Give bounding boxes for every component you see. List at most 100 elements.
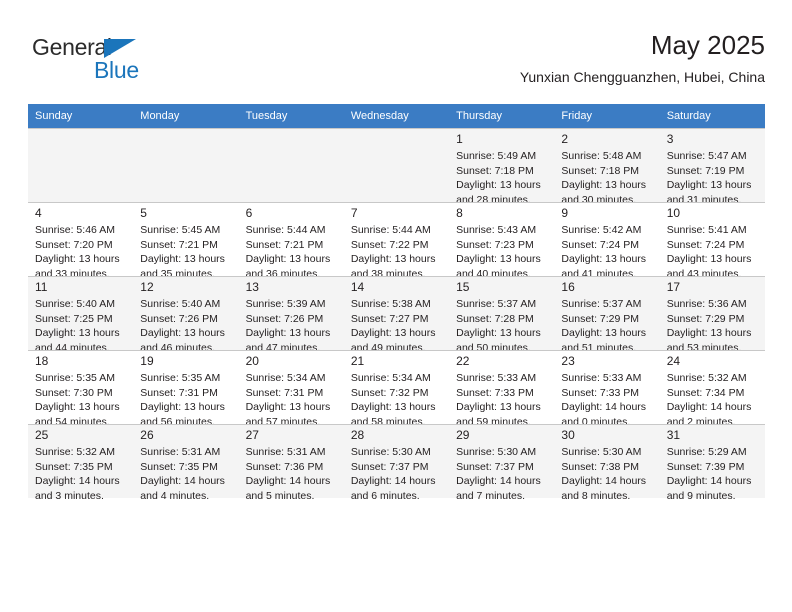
calendar-day-cell[interactable]: 3 Sunrise: 5:47 AM Sunset: 7:19 PM Daylight… — [659, 128, 765, 206]
day-detail-line: Sunrise: 5:40 AM — [140, 298, 221, 310]
page-title: May 2025 — [650, 30, 765, 60]
day-number: 7 — [350, 206, 358, 220]
day-cell-inner — [238, 128, 344, 202]
day-number: 10 — [666, 206, 681, 220]
day-detail-lines: Sunrise: 5:30 AM Sunset: 7:37 PM Daylight:… — [449, 444, 554, 503]
day-detail-line: Sunrise: 5:42 AM — [561, 224, 642, 236]
calendar-day-cell[interactable]: 13 Sunrise: 5:39 AM Sunset: 7:26 PM Dayligh… — [238, 276, 344, 354]
calendar-day-cell[interactable]: 6 Sunrise: 5:44 AM Sunset: 7:21 PM Daylight… — [238, 202, 344, 280]
calendar-day-cell[interactable]: 11 Sunrise: 5:40 AM Sunset: 7:25 PM Dayligh… — [28, 276, 134, 354]
day-detail-line: Sunset: 7:26 PM — [140, 312, 218, 325]
day-detail-lines: Sunrise: 5:42 AM Sunset: 7:24 PM Daylight:… — [554, 222, 659, 281]
calendar-day-cell[interactable]: 5 Sunrise: 5:45 AM Sunset: 7:21 PM Daylight… — [133, 202, 239, 280]
calendar-day-cell[interactable]: 10 Sunrise: 5:41 AM Sunset: 7:24 PM Dayligh… — [659, 202, 765, 280]
day-cell-inner: 7 Sunrise: 5:44 AM Sunset: 7:22 PM Daylight… — [343, 202, 450, 280]
day-detail-line: Sunset: 7:28 PM — [456, 312, 534, 325]
day-detail-line: Daylight: 14 hours — [140, 475, 225, 487]
day-detail-line: Sunset: 7:22 PM — [350, 238, 429, 251]
calendar-day-cell[interactable]: 29 Sunrise: 5:30 AM Sunset: 7:37 PM Dayligh… — [449, 424, 555, 502]
day-detail-line: Sunrise: 5:31 AM — [140, 446, 221, 458]
calendar-week-row: 4 Sunrise: 5:46 AM Sunset: 7:20 PM Daylight… — [28, 202, 765, 280]
day-detail-lines: Sunrise: 5:34 AM Sunset: 7:31 PM Daylight:… — [239, 370, 344, 429]
calendar-day-cell[interactable]: 23 Sunrise: 5:33 AM Sunset: 7:33 PM Dayligh… — [554, 350, 660, 428]
day-cell-inner: 30 Sunrise: 5:30 AM Sunset: 7:38 PM Dayligh… — [554, 424, 660, 502]
day-detail-line: Sunset: 7:18 PM — [456, 164, 534, 177]
calendar-day-cell[interactable]: 19 Sunrise: 5:35 AM Sunset: 7:31 PM Dayligh… — [133, 350, 239, 428]
day-detail-line: Sunrise: 5:37 AM — [456, 298, 537, 310]
calendar-day-cell[interactable]: 12 Sunrise: 5:40 AM Sunset: 7:26 PM Dayligh… — [133, 276, 239, 354]
day-cell-inner: 3 Sunrise: 5:47 AM Sunset: 7:19 PM Daylight… — [659, 128, 765, 206]
day-detail-lines: Sunrise: 5:35 AM Sunset: 7:31 PM Daylight:… — [133, 370, 238, 429]
calendar-empty-cell — [343, 128, 450, 202]
day-detail-lines: Sunrise: 5:39 AM Sunset: 7:26 PM Daylight:… — [239, 296, 344, 355]
calendar-day-cell[interactable]: 20 Sunrise: 5:34 AM Sunset: 7:31 PM Dayligh… — [238, 350, 344, 428]
day-detail-line: Sunrise: 5:35 AM — [140, 372, 221, 384]
day-number: 25 — [35, 428, 49, 442]
calendar-day-cell[interactable]: 9 Sunrise: 5:42 AM Sunset: 7:24 PM Daylight… — [554, 202, 660, 280]
day-cell-inner: 10 Sunrise: 5:41 AM Sunset: 7:24 PM Dayligh… — [659, 202, 765, 280]
day-detail-line: Daylight: 13 hours — [350, 401, 436, 413]
day-detail-line: Sunset: 7:33 PM — [561, 386, 640, 399]
day-number: 28 — [350, 428, 365, 442]
calendar-day-cell[interactable]: 2 Sunrise: 5:48 AM Sunset: 7:18 PM Daylight… — [554, 128, 660, 206]
calendar-day-cell[interactable]: 16 Sunrise: 5:37 AM Sunset: 7:29 PM Dayligh… — [554, 276, 660, 354]
calendar-day-cell[interactable]: 30 Sunrise: 5:30 AM Sunset: 7:38 PM Dayligh… — [554, 424, 660, 502]
day-detail-line: Daylight: 14 hours — [561, 475, 647, 487]
day-detail-line: Sunrise: 5:45 AM — [140, 224, 221, 236]
calendar-day-cell[interactable]: 18 Sunrise: 5:35 AM Sunset: 7:30 PM Dayligh… — [28, 350, 134, 428]
day-cell-inner: 13 Sunrise: 5:39 AM Sunset: 7:26 PM Dayligh… — [238, 276, 344, 354]
calendar-day-cell[interactable]: 31 Sunrise: 5:29 AM Sunset: 7:39 PM Dayligh… — [659, 424, 765, 502]
day-cell-inner: 16 Sunrise: 5:37 AM Sunset: 7:29 PM Dayligh… — [554, 276, 660, 354]
day-detail-line: Sunrise: 5:32 AM — [35, 446, 115, 458]
day-detail-line: Sunset: 7:24 PM — [561, 238, 640, 251]
calendar-day-cell[interactable]: 21 Sunrise: 5:34 AM Sunset: 7:32 PM Dayligh… — [343, 350, 450, 428]
calendar-day-cell[interactable]: 15 Sunrise: 5:37 AM Sunset: 7:28 PM Dayligh… — [449, 276, 555, 354]
calendar-day-cell[interactable]: 27 Sunrise: 5:31 AM Sunset: 7:36 PM Dayligh… — [238, 424, 344, 502]
day-number: 13 — [245, 280, 259, 294]
weekday-header-saturday: Saturday — [659, 104, 765, 128]
day-detail-line: Sunrise: 5:34 AM — [245, 372, 326, 384]
day-cell-inner: 25 Sunrise: 5:32 AM Sunset: 7:35 PM Dayligh… — [28, 424, 134, 502]
day-detail-lines: Sunrise: 5:33 AM Sunset: 7:33 PM Daylight:… — [449, 370, 554, 429]
calendar-header-row: Sunday Monday Tuesday Wednesday Thursday… — [28, 104, 765, 128]
day-detail-line: Sunrise: 5:41 AM — [666, 224, 747, 236]
day-detail-line: Sunset: 7:31 PM — [140, 386, 218, 399]
general-blue-logo[interactable]: General Blue — [32, 34, 232, 90]
location-subtitle: Yunxian Chengguanzhen, Hubei, China — [519, 69, 765, 85]
calendar-page: General Blue May 2025 Yunxian Chengguanz… — [0, 0, 792, 612]
day-detail-line: Sunrise: 5:38 AM — [350, 298, 431, 310]
calendar-day-cell[interactable]: 1 Sunrise: 5:49 AM Sunset: 7:18 PM Daylight… — [449, 128, 555, 206]
calendar-day-cell[interactable]: 25 Sunrise: 5:32 AM Sunset: 7:35 PM Dayligh… — [28, 424, 134, 502]
calendar-day-cell[interactable]: 4 Sunrise: 5:46 AM Sunset: 7:20 PM Daylight… — [28, 202, 134, 280]
day-detail-lines: Sunrise: 5:35 AM Sunset: 7:30 PM Daylight:… — [28, 370, 133, 429]
day-detail-line: Sunset: 7:19 PM — [666, 164, 745, 177]
day-number: 15 — [456, 280, 470, 294]
weekday-header-thursday: Thursday — [449, 104, 555, 128]
day-detail-lines: Sunrise: 5:31 AM Sunset: 7:35 PM Daylight:… — [133, 444, 238, 503]
day-cell-inner: 18 Sunrise: 5:35 AM Sunset: 7:30 PM Dayligh… — [28, 350, 134, 428]
weekday-header-friday: Friday — [554, 104, 660, 128]
weekday-header-tuesday: Tuesday — [238, 104, 344, 128]
day-detail-line: and 9 minutes. — [666, 489, 736, 502]
calendar-day-cell[interactable]: 17 Sunrise: 5:36 AM Sunset: 7:29 PM Dayligh… — [659, 276, 765, 354]
day-detail-line: Sunset: 7:29 PM — [561, 312, 640, 325]
day-detail-line: Daylight: 14 hours — [35, 475, 120, 487]
calendar-day-cell[interactable]: 7 Sunrise: 5:44 AM Sunset: 7:22 PM Daylight… — [343, 202, 450, 280]
day-detail-lines: Sunrise: 5:33 AM Sunset: 7:33 PM Daylight:… — [554, 370, 659, 429]
day-cell-inner: 19 Sunrise: 5:35 AM Sunset: 7:31 PM Dayligh… — [133, 350, 239, 428]
day-detail-lines: Sunrise: 5:46 AM Sunset: 7:20 PM Daylight:… — [28, 222, 133, 281]
day-detail-line: Daylight: 14 hours — [456, 475, 541, 487]
calendar-week-row: 25 Sunrise: 5:32 AM Sunset: 7:35 PM Dayligh… — [28, 424, 765, 502]
day-detail-line: Daylight: 13 hours — [456, 253, 541, 265]
calendar-day-cell[interactable]: 8 Sunrise: 5:43 AM Sunset: 7:23 PM Daylight… — [449, 202, 555, 280]
day-number: 26 — [140, 428, 154, 442]
calendar-day-cell[interactable]: 22 Sunrise: 5:33 AM Sunset: 7:33 PM Dayligh… — [449, 350, 555, 428]
day-detail-line: Sunset: 7:18 PM — [561, 164, 640, 177]
calendar-day-cell[interactable]: 24 Sunrise: 5:32 AM Sunset: 7:34 PM Dayligh… — [659, 350, 765, 428]
calendar-day-cell[interactable]: 28 Sunrise: 5:30 AM Sunset: 7:37 PM Dayligh… — [343, 424, 450, 502]
day-cell-inner: 14 Sunrise: 5:38 AM Sunset: 7:27 PM Dayligh… — [343, 276, 450, 354]
day-detail-line: Sunrise: 5:35 AM — [35, 372, 115, 384]
calendar-day-cell[interactable]: 14 Sunrise: 5:38 AM Sunset: 7:27 PM Dayligh… — [343, 276, 450, 354]
calendar-day-cell[interactable]: 26 Sunrise: 5:31 AM Sunset: 7:35 PM Dayligh… — [133, 424, 239, 502]
day-detail-lines: Sunrise: 5:45 AM Sunset: 7:21 PM Daylight:… — [133, 222, 238, 281]
